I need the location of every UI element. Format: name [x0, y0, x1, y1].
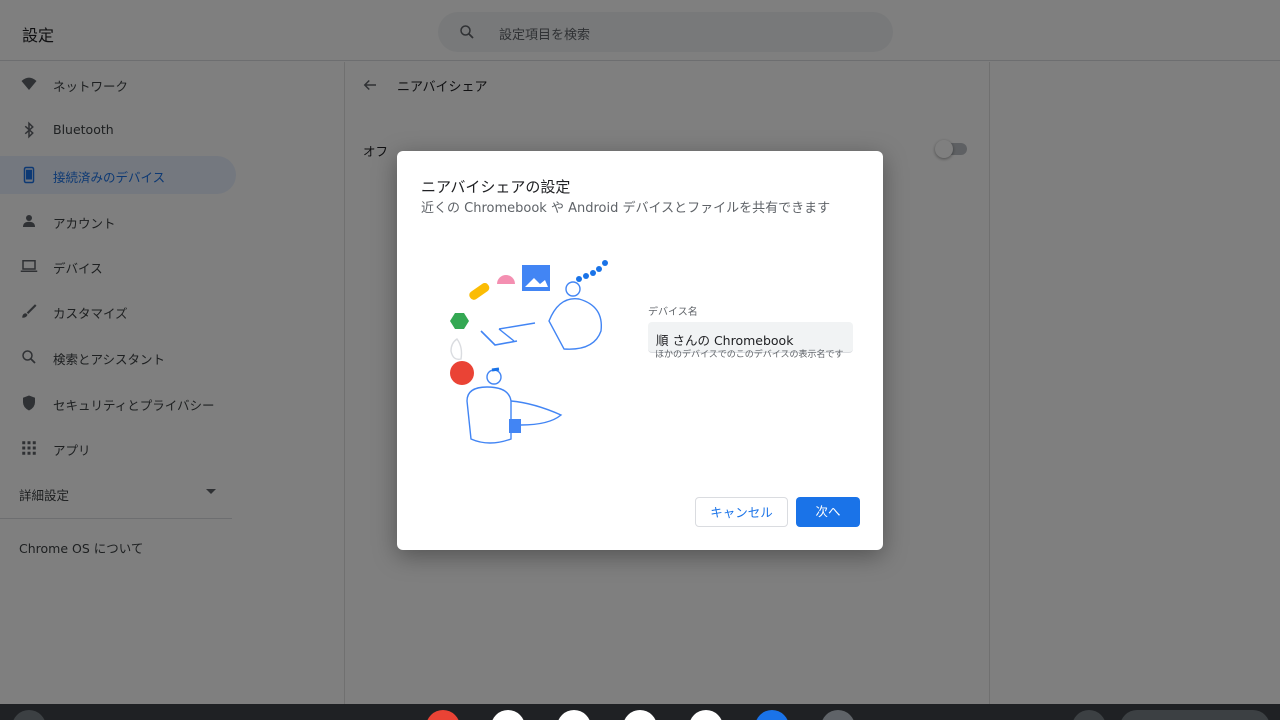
device-name-hint: ほかのデバイスでのこのデバイスの表示名です [655, 350, 844, 360]
shelf-tray-icon[interactable] [1072, 710, 1106, 720]
shelf-app-icon[interactable] [491, 710, 525, 720]
shelf-app-icon[interactable] [557, 710, 591, 720]
nearby-share-setup-dialog: ニアバイシェアの設定 近くの Chromebook や Android デバイス… [397, 151, 883, 550]
shelf-app-icon[interactable] [821, 710, 855, 720]
device-name-field[interactable]: 順 さんの Chromebook [648, 322, 853, 353]
shelf-app-icon[interactable] [755, 710, 789, 720]
launcher-icon[interactable] [12, 710, 46, 720]
dialog-title: ニアバイシェアの設定 [421, 178, 571, 196]
next-button[interactable]: 次へ [796, 497, 860, 527]
shelf [0, 704, 1280, 720]
shelf-app-icon[interactable] [426, 710, 460, 720]
device-name-value[interactable]: 順 さんの Chromebook [656, 330, 793, 349]
status-tray[interactable] [1120, 710, 1270, 720]
cancel-button[interactable]: キャンセル [695, 497, 788, 527]
device-name-label: デバイス名 [648, 307, 698, 318]
dialog-subtitle: 近くの Chromebook や Android デバイスとファイルを共有できま… [421, 201, 831, 216]
shelf-app-icon[interactable] [623, 710, 657, 720]
nearby-share-illustration [450, 260, 608, 444]
shelf-app-icon[interactable] [689, 710, 723, 720]
